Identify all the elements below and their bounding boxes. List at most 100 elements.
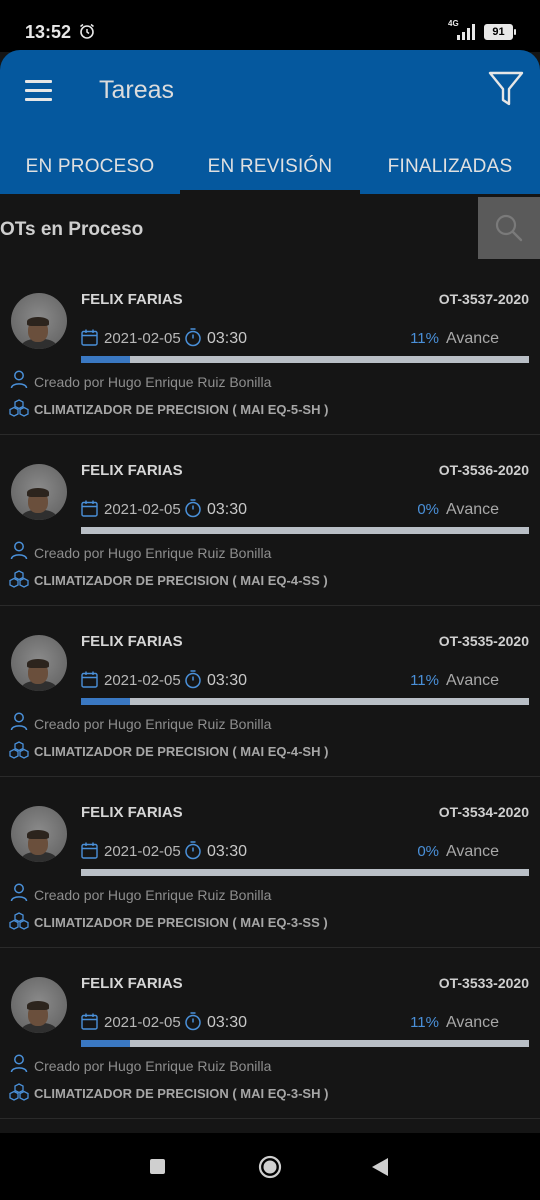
- calendar-icon: [81, 842, 98, 859]
- created-by: Creado por Hugo Enrique Ruiz Bonilla: [34, 887, 272, 903]
- equipment-icon: [9, 912, 29, 930]
- created-by: Creado por Hugo Enrique Ruiz Bonilla: [34, 1058, 272, 1074]
- task-duration: 03:30: [207, 501, 248, 518]
- user-icon: [10, 883, 28, 902]
- ot-number: OT-3536-2020: [438, 462, 529, 478]
- equipment-name: CLIMATIZADOR DE PRECISION ( MAI EQ-5-SH …: [34, 402, 329, 417]
- progress-percent: 11%: [410, 330, 439, 347]
- user-icon: [10, 712, 28, 731]
- avatar: [11, 464, 67, 520]
- progress-percent: 11%: [410, 1014, 439, 1031]
- progress-percent: 0%: [417, 843, 439, 860]
- tab-bar: EN PROCESO EN REVISIÓN FINALIZADAS: [0, 142, 540, 194]
- task-date: 2021-02-05: [104, 330, 181, 347]
- timer-icon: [185, 841, 201, 860]
- progress-percent: 11%: [410, 672, 439, 689]
- created-by: Creado por Hugo Enrique Ruiz Bonilla: [34, 716, 272, 732]
- progress-label: Avance: [446, 501, 500, 518]
- avatar: [11, 635, 67, 691]
- tab-en-revision[interactable]: EN REVISIÓN: [180, 142, 360, 192]
- progress-label: Avance: [446, 330, 500, 347]
- calendar-icon: [81, 1013, 98, 1030]
- timer-icon: [185, 670, 201, 689]
- assignee-name: FELIX FARIAS: [81, 462, 183, 479]
- calendar-icon: [81, 500, 98, 517]
- recent-apps-button[interactable]: [150, 1159, 165, 1174]
- progress-label: Avance: [446, 843, 500, 860]
- avatar: [11, 293, 67, 349]
- home-button[interactable]: [258, 1155, 282, 1179]
- back-button[interactable]: [371, 1157, 389, 1177]
- timer-icon: [185, 499, 201, 518]
- task-card[interactable]: FELIX FARIAS OT-3533-2020 2021-02-05 03:…: [0, 948, 540, 1119]
- filter-icon[interactable]: [488, 70, 524, 108]
- equipment-name: CLIMATIZADOR DE PRECISION ( MAI EQ-4-SS …: [34, 573, 328, 588]
- progress-fill: [81, 356, 131, 363]
- assignee-name: FELIX FARIAS: [81, 804, 183, 821]
- status-bar: 13:52 4G 91: [0, 0, 540, 52]
- equipment-icon: [9, 399, 29, 417]
- assignee-name: FELIX FARIAS: [81, 291, 183, 308]
- equipment-icon: [9, 1083, 29, 1101]
- created-by: Creado por Hugo Enrique Ruiz Bonilla: [34, 374, 272, 390]
- equipment-icon: [9, 570, 29, 588]
- status-time: 13:52: [25, 22, 72, 42]
- progress-fill: [81, 1040, 131, 1047]
- task-duration: 03:30: [207, 843, 248, 860]
- task-duration: 03:30: [207, 330, 248, 347]
- timer-icon: [185, 328, 201, 347]
- tab-finalizadas[interactable]: FINALIZADAS: [360, 142, 540, 192]
- search-icon: [495, 214, 523, 242]
- tab-indicator: [180, 190, 360, 194]
- avatar: [11, 806, 67, 862]
- task-date: 2021-02-05: [104, 672, 181, 689]
- user-icon: [10, 370, 28, 389]
- equipment-icon: [9, 741, 29, 759]
- user-icon: [10, 541, 28, 560]
- app-bar: Tareas EN PROCESO EN REVISIÓN FINALIZADA…: [0, 50, 540, 194]
- task-card[interactable]: FELIX FARIAS OT-3536-2020 2021-02-05 03:…: [0, 435, 540, 606]
- progress-bar: [81, 869, 529, 876]
- menu-icon[interactable]: [25, 80, 52, 101]
- alarm-icon: [80, 23, 94, 39]
- equipment-name: CLIMATIZADOR DE PRECISION ( MAI EQ-4-SH …: [34, 744, 329, 759]
- ot-number: OT-3533-2020: [438, 975, 529, 991]
- battery-icon: 91: [484, 24, 516, 40]
- task-card[interactable]: FELIX FARIAS OT-3535-2020 2021-02-05 03:…: [0, 606, 540, 777]
- calendar-icon: [81, 671, 98, 688]
- system-nav-bar: [0, 1133, 540, 1200]
- progress-bar: [81, 527, 529, 534]
- ot-number: OT-3537-2020: [438, 291, 529, 307]
- task-list: FELIX FARIAS OT-3537-2020 2021-02-05 03:…: [0, 264, 540, 1119]
- progress-bar: [81, 698, 529, 705]
- assignee-name: FELIX FARIAS: [81, 975, 183, 992]
- equipment-name: CLIMATIZADOR DE PRECISION ( MAI EQ-3-SH …: [34, 1086, 329, 1101]
- task-date: 2021-02-05: [104, 1014, 181, 1031]
- task-duration: 03:30: [207, 1014, 248, 1031]
- created-by: Creado por Hugo Enrique Ruiz Bonilla: [34, 545, 272, 561]
- progress-bar: [81, 356, 529, 363]
- assignee-name: FELIX FARIAS: [81, 633, 183, 650]
- search-button[interactable]: [478, 197, 540, 259]
- tab-en-proceso[interactable]: EN PROCESO: [0, 142, 180, 192]
- ot-number: OT-3534-2020: [438, 804, 529, 820]
- avatar: [11, 977, 67, 1033]
- task-duration: 03:30: [207, 672, 248, 689]
- progress-fill: [81, 698, 131, 705]
- ot-number: OT-3535-2020: [438, 633, 529, 649]
- timer-icon: [185, 1012, 201, 1031]
- progress-percent: 0%: [417, 501, 439, 518]
- calendar-icon: [81, 329, 98, 346]
- task-card[interactable]: FELIX FARIAS OT-3534-2020 2021-02-05 03:…: [0, 777, 540, 948]
- progress-bar: [81, 1040, 529, 1047]
- user-icon: [10, 1054, 28, 1073]
- progress-label: Avance: [446, 672, 500, 689]
- task-card[interactable]: FELIX FARIAS OT-3537-2020 2021-02-05 03:…: [0, 264, 540, 435]
- task-date: 2021-02-05: [104, 501, 181, 518]
- page-title: Tareas: [99, 76, 175, 104]
- task-date: 2021-02-05: [104, 843, 181, 860]
- progress-label: Avance: [446, 1014, 500, 1031]
- equipment-name: CLIMATIZADOR DE PRECISION ( MAI EQ-3-SS …: [34, 915, 328, 930]
- signal-icon: [457, 24, 475, 40]
- section-title: OTs en Proceso: [0, 219, 144, 240]
